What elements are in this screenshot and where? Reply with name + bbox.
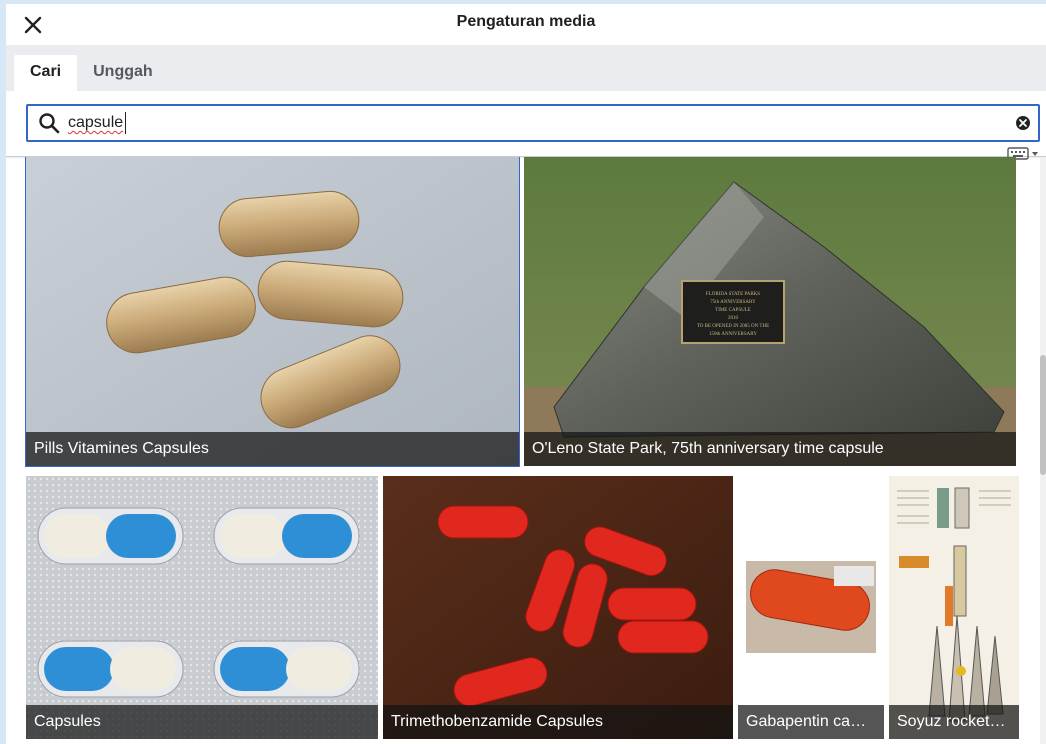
plaque-line: 150th ANNIVERSARY <box>709 332 757 337</box>
plaque-line: 75th ANNIVERSARY <box>710 300 756 305</box>
plaque-line: TIME CAPSULE <box>715 308 751 313</box>
search-results-grid: Pills Vitamines Capsules FLORIDA STATE P… <box>6 157 1046 744</box>
results-scrollbar[interactable] <box>1040 157 1046 744</box>
result-caption: O'Leno State Park, 75th anniversary time… <box>524 432 1016 466</box>
dialog-title: Pengaturan media <box>456 13 596 30</box>
result-tile[interactable]: Gabapentin ca… <box>738 476 884 739</box>
result-tile[interactable]: Soyuz rocket… <box>889 476 1019 739</box>
search-input-value: capsule <box>68 114 124 131</box>
time-capsule-rock-image: FLORIDA STATE PARKS 75th ANNIVERSARY TIM… <box>524 157 1016 466</box>
tab-upload[interactable]: Unggah <box>77 55 169 91</box>
plaque-line: 2010 <box>728 316 739 321</box>
result-tile[interactable]: Pills Vitamines Capsules <box>25 157 520 467</box>
result-tile[interactable]: Trimethobenzamide Capsules <box>383 476 733 739</box>
search-icon <box>32 106 66 140</box>
result-caption: Pills Vitamines Capsules <box>26 432 519 466</box>
tab-bar: Cari Unggah <box>6 46 1046 91</box>
result-tile[interactable]: FLORIDA STATE PARKS 75th ANNIVERSARY TIM… <box>524 157 1016 466</box>
plaque-line: TO BE OPENED IN 2085 ON THE <box>697 324 769 329</box>
result-caption: Soyuz rocket… <box>889 705 1019 739</box>
search-input[interactable]: capsule <box>66 106 1008 140</box>
clear-circle-icon <box>1016 116 1030 130</box>
blister-pack-image <box>26 476 378 739</box>
media-settings-dialog: Pengaturan media Cari Unggah capsule Pil… <box>0 0 1046 744</box>
result-caption: Capsules <box>26 705 378 739</box>
scrollbar-thumb[interactable] <box>1040 355 1046 475</box>
red-capsules-image <box>383 476 733 739</box>
search-area: capsule <box>6 91 1046 160</box>
capsule-pills-image <box>26 157 519 466</box>
clear-search-button[interactable] <box>1008 106 1038 140</box>
dialog-header: Pengaturan media <box>6 4 1046 46</box>
plaque-line: FLORIDA STATE PARKS <box>706 292 760 297</box>
result-caption: Trimethobenzamide Capsules <box>383 705 733 739</box>
soyuz-rocket-diagram-image <box>889 476 1019 739</box>
text-caret <box>125 112 126 134</box>
result-tile[interactable]: Capsules <box>26 476 378 739</box>
result-caption: Gabapentin ca… <box>738 705 884 739</box>
search-field[interactable]: capsule <box>26 104 1040 142</box>
gabapentin-capsule-image <box>738 476 884 739</box>
tab-search[interactable]: Cari <box>14 55 78 91</box>
